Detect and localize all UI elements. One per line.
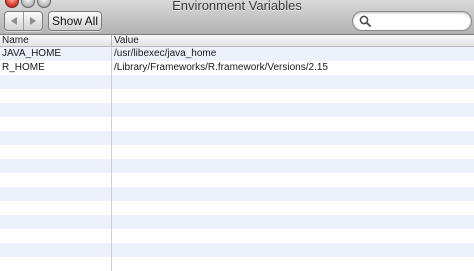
- show-all-button[interactable]: Show All: [48, 11, 102, 31]
- empty-row: [0, 131, 474, 145]
- empty-row: [0, 89, 474, 103]
- table-body: JAVA_HOME /usr/libexec/java_home R_HOME …: [0, 47, 474, 271]
- search-input[interactable]: [373, 13, 465, 28]
- table-row[interactable]: R_HOME /Library/Frameworks/R.framework/V…: [0, 61, 474, 75]
- search-icon: [359, 15, 371, 27]
- variable-name-cell[interactable]: R_HOME: [2, 61, 45, 75]
- column-header-value[interactable]: Value: [114, 35, 139, 46]
- column-separator: [111, 47, 112, 271]
- variable-value-cell[interactable]: /Library/Frameworks/R.framework/Versions…: [114, 61, 328, 75]
- chevron-right-icon: [30, 17, 36, 25]
- empty-row: [0, 243, 474, 257]
- empty-row: [0, 75, 474, 89]
- table-row[interactable]: JAVA_HOME /usr/libexec/java_home: [0, 47, 474, 61]
- empty-row: [0, 117, 474, 131]
- empty-row: [0, 257, 474, 271]
- column-divider[interactable]: [111, 35, 112, 46]
- forward-button[interactable]: [24, 12, 42, 30]
- environment-variables-table: Name Value JAVA_HOME /usr/libexec/java_h…: [0, 35, 474, 271]
- empty-row: [0, 173, 474, 187]
- search-field[interactable]: [352, 11, 472, 31]
- chevron-left-icon: [11, 17, 17, 25]
- variable-name-cell[interactable]: JAVA_HOME: [2, 47, 61, 61]
- table-header: Name Value: [0, 35, 474, 47]
- empty-row: [0, 201, 474, 215]
- variable-value-cell[interactable]: /usr/libexec/java_home: [114, 47, 216, 61]
- empty-row: [0, 145, 474, 159]
- back-button[interactable]: [5, 12, 24, 30]
- empty-row: [0, 187, 474, 201]
- empty-row: [0, 159, 474, 173]
- empty-row: [0, 103, 474, 117]
- empty-row: [0, 215, 474, 229]
- back-forward-control: [4, 11, 43, 31]
- column-header-name[interactable]: Name: [2, 35, 29, 46]
- window-toolbar: Environment Variables Show All: [0, 0, 474, 35]
- empty-row: [0, 229, 474, 243]
